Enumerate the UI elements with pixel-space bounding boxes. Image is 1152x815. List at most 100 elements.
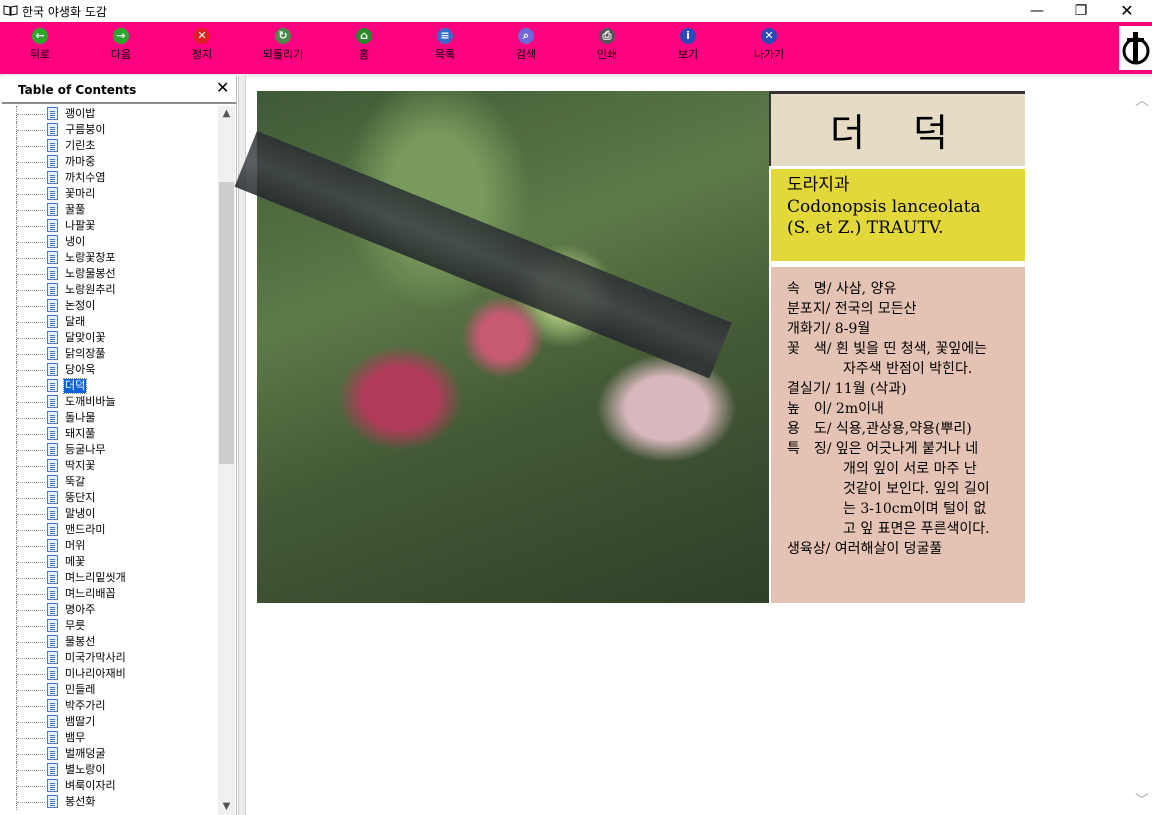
toc-item[interactable]: 명아주: [2, 602, 216, 618]
toc-item[interactable]: 딱지꽃: [2, 458, 216, 474]
toc-item[interactable]: 꿀풀: [2, 202, 216, 218]
toolbar-button-4[interactable]: ⌂ 홈: [334, 28, 394, 62]
toolbar-button-label: 검색: [515, 48, 537, 61]
toc-item[interactable]: 며느리배꼽: [2, 586, 216, 602]
toc-item[interactable]: 달맞이꽃: [2, 330, 216, 346]
toolbar-button-0[interactable]: ← 뒤로: [10, 28, 70, 62]
tree-branch: [17, 546, 45, 547]
toc-item[interactable]: 물봉선: [2, 634, 216, 650]
toc-item[interactable]: 당아욱: [2, 362, 216, 378]
toc-item[interactable]: 노랑꽃창포: [2, 250, 216, 266]
scientific-author: (S. et Z.) TRAUTV.: [787, 218, 944, 238]
toolbar-button-5[interactable]: ≡ 목록: [415, 28, 475, 62]
document-icon: [47, 491, 58, 504]
toc-item-label: 뱀딸기: [65, 715, 96, 728]
toolbar-button-7[interactable]: ⎙ 인쇄: [577, 28, 637, 62]
toc-item[interactable]: 꽃마리: [2, 186, 216, 202]
toc-item[interactable]: 말냉이: [2, 506, 216, 522]
tree-branch: [17, 626, 45, 627]
scroll-up-arrow-icon[interactable]: ▲: [218, 106, 235, 122]
toc-item[interactable]: 미나리아재비: [2, 666, 216, 682]
book-icon: [3, 5, 18, 16]
toc-item[interactable]: 미국가막사리: [2, 650, 216, 666]
refresh-icon: ↻: [275, 28, 291, 44]
tree-branch: [17, 754, 45, 755]
toc-item[interactable]: 뚱단지: [2, 490, 216, 506]
search-icon: ⌕: [518, 28, 534, 44]
toc-item-label: 노랑물봉선: [65, 267, 116, 280]
tree-branch: [17, 130, 45, 131]
tree-branch: [17, 178, 45, 179]
toc-item-label: 물봉선: [65, 635, 96, 648]
toolbar-button-2[interactable]: ✕ 정지: [172, 28, 232, 62]
scroll-thumb[interactable]: [219, 182, 234, 464]
toc-item-label: 괭이밥: [65, 107, 96, 120]
plant-detail-row: 는 3-10cm이며 털이 없: [787, 501, 987, 517]
toolbar-button-6[interactable]: ⌕ 검색: [496, 28, 556, 62]
tree-branch: [17, 594, 45, 595]
toc-item[interactable]: 며느리밑씻개: [2, 570, 216, 586]
content-scroll-up-icon[interactable]: ︿: [1135, 90, 1149, 110]
tree-branch: [17, 786, 45, 787]
toc-item[interactable]: 뱀딸기: [2, 714, 216, 730]
toc-item-label: 명아주: [65, 603, 96, 616]
plant-name: 더 덕: [830, 111, 966, 155]
toc-item[interactable]: 까마중: [2, 154, 216, 170]
tree-branch: [17, 226, 45, 227]
toc-item[interactable]: 돼지풀: [2, 426, 216, 442]
print-icon: ⎙: [599, 28, 615, 44]
toc-item[interactable]: 무릇: [2, 618, 216, 634]
toolbar-button-label: 되돌리기: [262, 48, 304, 61]
toc-item[interactable]: 돌나물: [2, 410, 216, 426]
toc-scrollbar[interactable]: ▲ ▼: [218, 106, 235, 815]
toc-item[interactable]: 노랑물봉선: [2, 266, 216, 282]
toc-panel: Table of Contents ✕ 괭이밥 구름붕이 기린초 까마중 까치수염 꽃마리…: [2, 76, 237, 815]
toc-item[interactable]: 달래: [2, 314, 216, 330]
back-arrow-icon: ←: [32, 28, 48, 44]
toc-item[interactable]: 벼룩이자리: [2, 778, 216, 794]
toc-item[interactable]: 머위: [2, 538, 216, 554]
toc-item[interactable]: 등굴나무: [2, 442, 216, 458]
toolbar-button-1[interactable]: → 다음: [91, 28, 151, 62]
close-window-button[interactable]: ✕: [1104, 0, 1150, 22]
tree-branch: [17, 402, 45, 403]
toc-item[interactable]: 냉이: [2, 234, 216, 250]
toc-item[interactable]: 나팔꽃: [2, 218, 216, 234]
document-icon: [47, 603, 58, 616]
maximize-button[interactable]: ❐: [1058, 0, 1104, 22]
minimize-button[interactable]: —: [1014, 0, 1060, 22]
toc-item[interactable]: 맨드라미: [2, 522, 216, 538]
document-icon: [47, 763, 58, 776]
toc-item[interactable]: 구름붕이: [2, 122, 216, 138]
toc-item[interactable]: 기린초: [2, 138, 216, 154]
toolbar-button-9[interactable]: ✕ 나가기: [739, 28, 799, 62]
tree-branch: [17, 258, 45, 259]
toc-item[interactable]: 논정이: [2, 298, 216, 314]
toc-item[interactable]: 박주가리: [2, 698, 216, 714]
toc-item-label: 뱀무: [65, 731, 86, 744]
scroll-down-arrow-icon[interactable]: ▼: [218, 799, 235, 815]
toolbar-button-3[interactable]: ↻ 되돌리기: [253, 28, 313, 62]
toc-item[interactable]: 뱀무: [2, 730, 216, 746]
toc-item[interactable]: 뚝갈: [2, 474, 216, 490]
toc-item[interactable]: 민들레: [2, 682, 216, 698]
toc-item-label: 더덕: [62, 378, 88, 394]
toc-item[interactable]: 봉선화: [2, 794, 216, 810]
toc-item-label: 딱지꽃: [65, 459, 96, 472]
document-icon: [47, 315, 58, 328]
toc-item[interactable]: 노랑원추리: [2, 282, 216, 298]
toc-item[interactable]: 닭의장풀: [2, 346, 216, 362]
toc-item[interactable]: 까치수염: [2, 170, 216, 186]
toolbar-button-8[interactable]: i 보기: [658, 28, 718, 62]
content-scroll-down-icon[interactable]: ﹀: [1135, 790, 1149, 810]
toc-item[interactable]: 벌깨덩굴: [2, 746, 216, 762]
toc-item[interactable]: 메꽃: [2, 554, 216, 570]
toc-item[interactable]: 도깨비바늘: [2, 394, 216, 410]
toc-item-label: 당아욱: [65, 363, 96, 376]
toc-item[interactable]: 더덕: [2, 378, 216, 394]
toc-item[interactable]: 별노랑이: [2, 762, 216, 778]
toc-item[interactable]: 괭이밥: [2, 106, 216, 122]
toc-item-label: 나팔꽃: [65, 219, 96, 232]
toc-item-label: 머위: [65, 539, 86, 552]
toc-close-button[interactable]: ✕: [216, 78, 229, 97]
